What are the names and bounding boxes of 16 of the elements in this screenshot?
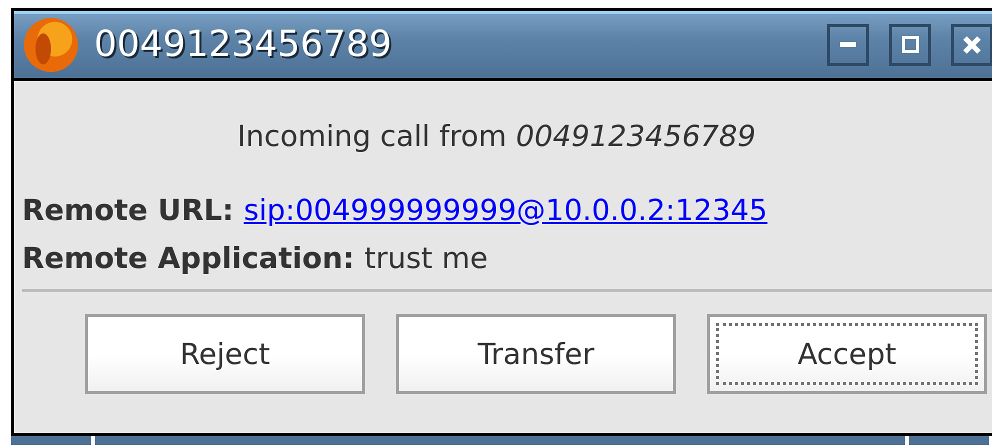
maximize-icon [902, 36, 918, 53]
close-icon [963, 36, 981, 54]
detail-value: trust me [364, 241, 488, 275]
minimize-icon [840, 42, 856, 47]
app-logo-icon [22, 16, 80, 74]
dialog-button[interactable]: Accept [707, 314, 987, 394]
detail-label: Remote Application: [22, 241, 354, 275]
incoming-call-message: Incoming call from 0049123456789 [236, 119, 757, 153]
minimize-button[interactable] [827, 24, 869, 66]
detail-label: Remote URL: [22, 193, 234, 227]
close-button[interactable] [951, 24, 992, 66]
dialog-button[interactable]: Transfer [396, 314, 676, 394]
maximize-button[interactable] [889, 24, 931, 66]
window-title: 0049123456789 [94, 24, 393, 65]
dialog-button[interactable]: Reject [85, 314, 365, 394]
remote-url-link[interactable]: sip:004999999999@10.0.0.2:12345 [244, 193, 768, 227]
